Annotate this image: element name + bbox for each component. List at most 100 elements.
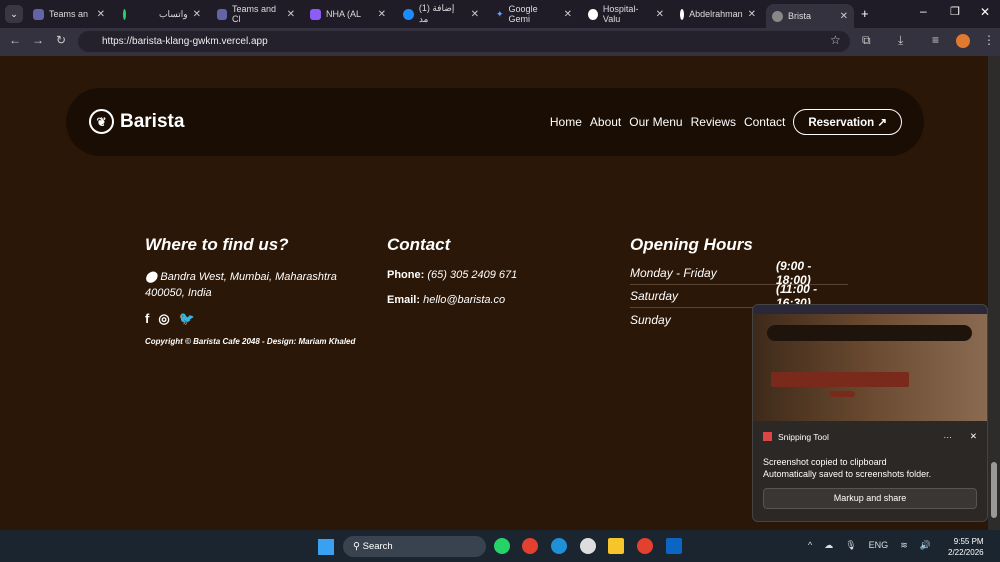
gemini-icon: ✦ xyxy=(496,8,504,19)
github-icon xyxy=(680,8,685,20)
nav-about[interactable]: About xyxy=(590,115,621,129)
tab-label: Google Gemi xyxy=(508,4,538,24)
tab[interactable]: Hospital-Valu ✕ xyxy=(582,4,670,24)
url-text[interactable]: https://barista-klang-gwkm.vercel.app xyxy=(102,36,268,47)
close-icon[interactable]: ✕ xyxy=(564,9,572,20)
twitter-icon[interactable]: 🐦 xyxy=(179,311,195,327)
tab-label: Brista xyxy=(788,11,812,21)
address-line1: Bandra West, Mumbai, Maharashtra xyxy=(160,271,337,283)
new-tab-button[interactable]: + xyxy=(861,6,869,21)
language-indicator[interactable]: ENG xyxy=(869,540,889,551)
taskbar-search[interactable]: ⚲ Search xyxy=(343,536,486,557)
facebook-icon[interactable]: f xyxy=(145,311,149,327)
snipping-tool-notification[interactable]: Snipping Tool ··· ✕ Screenshot copied to… xyxy=(752,304,988,522)
restore-button[interactable]: ❐ xyxy=(950,5,960,18)
find-us-section: Where to find us? ⬤ Bandra West, Mumbai,… xyxy=(145,235,355,346)
minimize-button[interactable]: – xyxy=(920,4,927,18)
more-options-button[interactable]: ··· xyxy=(943,432,952,442)
forward-icon[interactable]: → xyxy=(32,33,44,47)
address: ⬤ Bandra West, Mumbai, Maharashtra 400050… xyxy=(145,269,355,301)
phone-value[interactable]: (65) 305 2409 671 xyxy=(427,269,517,281)
coffee-bean-icon: ❦ xyxy=(89,109,114,134)
close-icon[interactable]: ✕ xyxy=(97,9,105,20)
email-label: Email: xyxy=(387,294,421,306)
email-link[interactable]: hello@barista.co xyxy=(423,294,505,306)
chrome-icon[interactable] xyxy=(522,538,538,554)
close-icon[interactable]: ✕ xyxy=(378,9,386,20)
start-button[interactable] xyxy=(318,539,334,555)
markup-and-share-button[interactable]: Markup and share xyxy=(763,488,977,509)
chevron-up-icon[interactable]: ^ xyxy=(808,540,812,551)
nav-home[interactable]: Home xyxy=(550,115,582,129)
scrollbar-thumb[interactable] xyxy=(991,462,997,518)
day: Monday - Friday xyxy=(630,266,717,280)
github-icon xyxy=(588,8,598,20)
find-us-title: Where to find us? xyxy=(145,235,289,254)
tab-label: واتساب xyxy=(159,8,188,19)
media-icon[interactable]: ≡ xyxy=(932,33,939,47)
close-icon[interactable]: ✕ xyxy=(656,9,664,20)
snipping-tool-icon xyxy=(763,432,772,441)
file-explorer-icon[interactable] xyxy=(608,538,624,554)
chrome-icon[interactable] xyxy=(637,538,653,554)
tab[interactable]: ✦ Google Gemi ✕ xyxy=(490,4,578,24)
close-icon[interactable]: ✕ xyxy=(287,9,295,20)
toast-submessage: Automatically saved to screenshots folde… xyxy=(763,469,932,479)
tab[interactable]: Teams and Cl ✕ xyxy=(211,4,301,24)
tab-label: Abdelrahman xyxy=(689,9,743,19)
tab-search-button[interactable]: ⌄ xyxy=(5,5,23,23)
download-icon[interactable]: ⤓ xyxy=(898,33,903,48)
tab[interactable]: Abdelrahman ✕ xyxy=(674,4,762,24)
toast-app-name: Snipping Tool xyxy=(778,431,829,442)
clock[interactable]: 9:55 PM 2/22/2026 xyxy=(948,536,984,558)
scrollbar[interactable] xyxy=(988,56,1000,530)
whatsapp-icon[interactable] xyxy=(494,538,510,554)
hours-title: Opening Hours xyxy=(630,235,753,254)
toast-message: Screenshot copied to clipboard xyxy=(763,457,887,467)
volume-icon[interactable]: 🔊 xyxy=(920,540,931,551)
onedrive-icon[interactable]: ☁ xyxy=(824,540,833,551)
teams-icon xyxy=(217,8,227,20)
address-bar[interactable]: https://barista-klang-gwkm.vercel.app xyxy=(78,31,850,52)
phone-label: Phone: xyxy=(387,269,425,281)
close-icon[interactable]: ✕ xyxy=(840,11,848,22)
tab[interactable]: واتساب ✕ xyxy=(117,4,207,24)
nav-reviews[interactable]: Reviews xyxy=(691,115,736,129)
map-pin-icon: ⬤ xyxy=(145,271,161,283)
tab[interactable]: NHA (AL ✕ xyxy=(304,4,392,24)
linkedin-icon[interactable] xyxy=(666,538,682,554)
microphone-icon[interactable]: 🎙 xyxy=(845,540,856,551)
reservation-button[interactable]: Reservation ↗ xyxy=(793,109,902,135)
tab-label: Teams an xyxy=(49,9,89,19)
contact-section: Contact Phone: (65) 305 2409 671 Email: … xyxy=(387,235,517,306)
tab-label: Hospital-Valu xyxy=(602,4,639,24)
address-line2: 400050, India xyxy=(145,287,212,299)
tab[interactable]: Teams an ✕ xyxy=(27,4,111,24)
close-icon[interactable]: ✕ xyxy=(970,431,977,442)
brand-logo[interactable]: ❦ Barista xyxy=(89,109,184,134)
time: 9:55 PM xyxy=(953,537,984,546)
extensions-icon[interactable]: ⧉ xyxy=(862,33,871,48)
close-icon[interactable]: ✕ xyxy=(193,9,201,20)
window-close-button[interactable]: ✕ xyxy=(980,5,990,19)
menu-icon[interactable]: ⋮ xyxy=(983,33,995,47)
chatgpt-icon[interactable] xyxy=(580,538,596,554)
wifi-icon[interactable]: ≋ xyxy=(900,540,908,551)
tab[interactable]: (1) إضافة مد ✕ xyxy=(397,3,485,24)
tab-label: NHA (AL xyxy=(326,9,362,19)
whatsapp-icon[interactable]: ◎ xyxy=(158,311,169,327)
screenshot-preview[interactable] xyxy=(753,305,987,421)
back-icon[interactable]: ← xyxy=(9,33,21,47)
close-icon[interactable]: ✕ xyxy=(471,9,479,20)
tab-active[interactable]: Brista ✕ xyxy=(766,4,854,28)
copyright: Copyright © Barista Cafe 2048 - Design: … xyxy=(145,337,356,346)
whatsapp-icon xyxy=(123,8,126,20)
star-icon[interactable]: ☆ xyxy=(830,33,841,47)
edge-icon[interactable] xyxy=(551,538,567,554)
search-label: Search xyxy=(362,541,393,552)
nav-menu[interactable]: Our Menu xyxy=(629,115,682,129)
nav-contact[interactable]: Contact xyxy=(744,115,785,129)
profile-avatar[interactable] xyxy=(956,34,970,48)
reload-icon[interactable]: ↻ xyxy=(56,33,66,47)
close-icon[interactable]: ✕ xyxy=(748,9,756,20)
